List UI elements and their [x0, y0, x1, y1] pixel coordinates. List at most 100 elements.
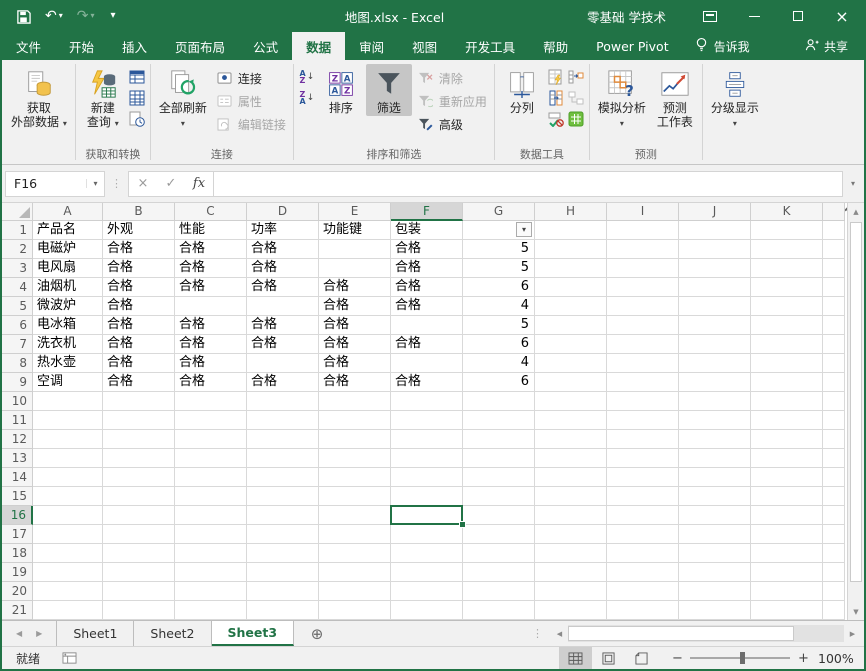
cell-D5[interactable]: [247, 297, 319, 316]
cell-A19[interactable]: [33, 563, 103, 582]
cell-K20[interactable]: [751, 582, 823, 601]
cell-F3[interactable]: 合格: [391, 259, 463, 278]
cell-G2[interactable]: 5: [463, 240, 535, 259]
manage-data-model-icon[interactable]: [567, 110, 585, 128]
column-header-I[interactable]: I: [607, 203, 679, 221]
refresh-all-button[interactable]: 全部刷新▾: [155, 64, 211, 132]
cell-J5[interactable]: [679, 297, 751, 316]
formula-input[interactable]: [213, 171, 843, 197]
cell-E21[interactable]: [319, 601, 391, 620]
forecast-sheet-button[interactable]: 预测 工作表: [652, 64, 698, 130]
sheet-tab-Sheet3[interactable]: Sheet3: [212, 621, 295, 646]
cell-K7[interactable]: [751, 335, 823, 354]
cell-D7[interactable]: 合格: [247, 335, 319, 354]
column-header-A[interactable]: A: [33, 203, 103, 221]
cell-I17[interactable]: [607, 525, 679, 544]
data-validation-icon[interactable]: [547, 110, 565, 128]
cell-A7[interactable]: 洗衣机: [33, 335, 103, 354]
cell-I19[interactable]: [607, 563, 679, 582]
row-header-19[interactable]: 19: [2, 563, 33, 582]
fill-handle[interactable]: [459, 521, 466, 528]
cell-C11[interactable]: [175, 411, 247, 430]
cell-D12[interactable]: [247, 430, 319, 449]
cell-D2[interactable]: 合格: [247, 240, 319, 259]
column-header-D[interactable]: D: [247, 203, 319, 221]
row-header-11[interactable]: 11: [2, 411, 33, 430]
tab-开发工具[interactable]: 开发工具: [451, 32, 529, 60]
cell-E4[interactable]: 合格: [319, 278, 391, 297]
row-header-4[interactable]: 4: [2, 278, 33, 297]
cell-F6[interactable]: [391, 316, 463, 335]
column-header-H[interactable]: H: [535, 203, 607, 221]
cell-C12[interactable]: [175, 430, 247, 449]
zoom-out-icon[interactable]: −: [672, 651, 682, 666]
cell-A5[interactable]: 微波炉: [33, 297, 103, 316]
row-header-2[interactable]: 2: [2, 240, 33, 259]
cell-C17[interactable]: [175, 525, 247, 544]
cell-C13[interactable]: [175, 449, 247, 468]
cell-C6[interactable]: 合格: [175, 316, 247, 335]
cell-K14[interactable]: [751, 468, 823, 487]
cell-E14[interactable]: [319, 468, 391, 487]
cell-I11[interactable]: [607, 411, 679, 430]
cell-A21[interactable]: [33, 601, 103, 620]
cell-B17[interactable]: [103, 525, 175, 544]
cell-E3[interactable]: [319, 259, 391, 278]
cell-H8[interactable]: [535, 354, 607, 373]
cell-K10[interactable]: [751, 392, 823, 411]
cell-B20[interactable]: [103, 582, 175, 601]
cell-B3[interactable]: 合格: [103, 259, 175, 278]
tab-scrollbar-grip[interactable]: ⋮: [524, 621, 551, 646]
filter-button[interactable]: 筛选: [366, 64, 412, 116]
cell-J4[interactable]: [679, 278, 751, 297]
cell-I13[interactable]: [607, 449, 679, 468]
cell-B4[interactable]: 合格: [103, 278, 175, 297]
cell-G16[interactable]: [463, 506, 535, 525]
cell-A17[interactable]: [33, 525, 103, 544]
scroll-right-icon[interactable]: ▶: [844, 625, 861, 642]
row-header-5[interactable]: 5: [2, 297, 33, 316]
cell-H14[interactable]: [535, 468, 607, 487]
cell-I3[interactable]: [607, 259, 679, 278]
cell-H17[interactable]: [535, 525, 607, 544]
cell-E7[interactable]: 合格: [319, 335, 391, 354]
name-box-dropdown-icon[interactable]: ▾: [86, 179, 104, 188]
row-header-8[interactable]: 8: [2, 354, 33, 373]
scroll-left-icon[interactable]: ◀: [551, 625, 568, 642]
advanced-filter-button[interactable]: 高级: [414, 114, 490, 134]
cell-A14[interactable]: [33, 468, 103, 487]
cell-B15[interactable]: [103, 487, 175, 506]
cell-F16[interactable]: [391, 506, 463, 525]
cell-D1[interactable]: 功率: [247, 221, 319, 240]
name-box-value[interactable]: F16: [6, 176, 86, 191]
row-header-12[interactable]: 12: [2, 430, 33, 449]
macro-record-icon[interactable]: [62, 651, 77, 665]
cell-F5[interactable]: 合格: [391, 297, 463, 316]
cell-I10[interactable]: [607, 392, 679, 411]
cell-G12[interactable]: [463, 430, 535, 449]
cell-J7[interactable]: [679, 335, 751, 354]
cell-J11[interactable]: [679, 411, 751, 430]
text-to-columns-button[interactable]: 分列: [499, 64, 545, 116]
cell-B21[interactable]: [103, 601, 175, 620]
cell-G11[interactable]: [463, 411, 535, 430]
cell-A13[interactable]: [33, 449, 103, 468]
cell-I6[interactable]: [607, 316, 679, 335]
cell-E6[interactable]: 合格: [319, 316, 391, 335]
cell-K18[interactable]: [751, 544, 823, 563]
cell-F20[interactable]: [391, 582, 463, 601]
horizontal-scrollbar-thumb[interactable]: [568, 626, 794, 641]
cell-A10[interactable]: [33, 392, 103, 411]
cell-A12[interactable]: [33, 430, 103, 449]
close-button[interactable]: ×: [820, 0, 864, 32]
cell-J20[interactable]: [679, 582, 751, 601]
name-box[interactable]: F16 ▾: [5, 171, 105, 197]
cell-B19[interactable]: [103, 563, 175, 582]
cell-J10[interactable]: [679, 392, 751, 411]
sheet-next-icon[interactable]: ▶: [36, 629, 42, 638]
select-all-button[interactable]: [2, 203, 33, 221]
row-header-3[interactable]: 3: [2, 259, 33, 278]
filter-dropdown-button[interactable]: ▾: [516, 222, 532, 237]
cell-H15[interactable]: [535, 487, 607, 506]
cell-H1[interactable]: [535, 221, 607, 240]
